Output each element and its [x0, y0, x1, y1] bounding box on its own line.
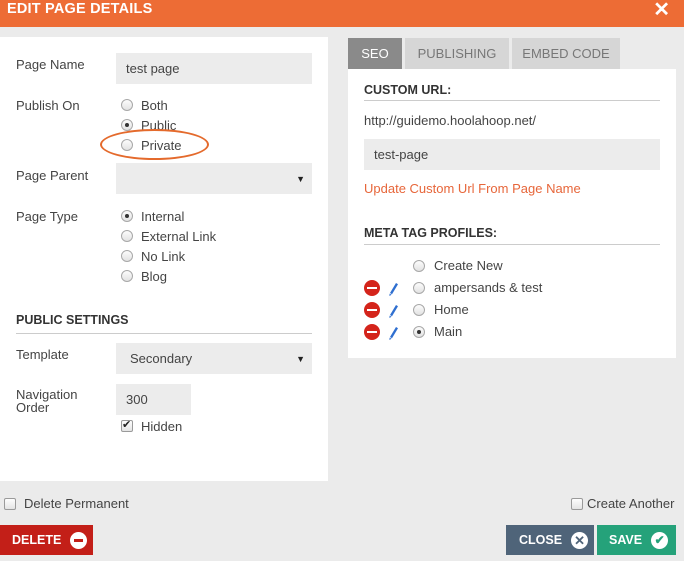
tab-embed-code[interactable]: EMBED CODE [512, 38, 620, 69]
tab-publishing[interactable]: PUBLISHING [405, 38, 509, 69]
dialog-titlebar: EDIT PAGE DETAILS ✕ [0, 0, 684, 27]
save-button[interactable]: SAVE ✔ [597, 525, 676, 555]
publish-option-label: Both [141, 97, 168, 113]
divider [16, 333, 312, 334]
minus-circle-icon[interactable] [364, 280, 380, 296]
delete-permanent-checkbox[interactable] [4, 497, 16, 510]
page-type-option-label: Internal [141, 208, 185, 224]
save-button-label: SAVE [609, 533, 643, 547]
profile-label: Main [434, 324, 463, 339]
tab-seo[interactable]: SEO [348, 38, 402, 69]
delete-button[interactable]: DELETE [0, 525, 93, 555]
custom-url-heading: CUSTOM URL: [364, 83, 452, 97]
profile-row-ampersands[interactable]: ampersands & test [364, 279, 644, 297]
hidden-checkbox-row[interactable]: Hidden [121, 418, 182, 434]
dialog-title: EDIT PAGE DETAILS [7, 1, 153, 17]
page-type-external-link[interactable]: External Link [121, 228, 216, 244]
highlight-oval [100, 129, 209, 160]
radio-button[interactable] [413, 326, 425, 338]
radio-button[interactable] [413, 260, 425, 272]
meta-tag-profiles-heading: META TAG PROFILES: [364, 226, 498, 240]
page-type-option-label: External Link [141, 228, 217, 244]
create-another-row[interactable]: Create Another [571, 496, 674, 511]
page-details-panel: Page Name test page Publish On Both Publ… [0, 37, 328, 481]
radio-button[interactable] [121, 210, 133, 222]
profile-label: Home [434, 302, 469, 317]
custom-url-value: test-page [374, 147, 429, 162]
profile-label: ampersands & test [434, 280, 543, 295]
divider [364, 100, 660, 101]
navigation-order-label: Navigation Order [16, 388, 77, 414]
page-type-label: Page Type [16, 209, 78, 224]
page-type-option-label: No Link [141, 248, 186, 264]
update-url-link[interactable]: Update Custom Url From Page Name [364, 181, 581, 196]
publish-on-label: Publish On [16, 98, 80, 113]
radio-button[interactable] [121, 250, 133, 262]
radio-button[interactable] [413, 304, 425, 316]
pencil-icon[interactable] [386, 323, 400, 341]
caret-down-icon: ▼ [296, 173, 305, 184]
pencil-icon[interactable] [386, 301, 400, 319]
delete-permanent-row[interactable]: Delete Permanent [4, 496, 129, 511]
page-parent-select[interactable]: ▼ [116, 163, 312, 194]
publish-option-both[interactable]: Both [121, 97, 168, 113]
delete-button-label: DELETE [12, 533, 62, 547]
page-type-blog[interactable]: Blog [121, 268, 167, 284]
navigation-order-input[interactable]: 300 [116, 384, 191, 415]
base-url-text: http://guidemo.hoolahoop.net/ [364, 113, 537, 128]
checkmark-icon: ✔ [651, 531, 669, 549]
navigation-order-value: 300 [126, 392, 148, 407]
template-value: Secondary [130, 351, 193, 366]
page-name-value: test page [126, 61, 180, 76]
navigation-order-label-line2: Order [16, 400, 50, 415]
custom-url-input[interactable]: test-page [364, 139, 660, 170]
template-select[interactable]: Secondary ▼ [116, 343, 312, 374]
delete-permanent-label: Delete Permanent [24, 496, 129, 511]
close-icon[interactable]: ✕ [653, 0, 670, 20]
close-button-label: CLOSE [519, 533, 563, 547]
page-type-no-link[interactable]: No Link [121, 248, 185, 264]
page-type-option-label: Blog [141, 268, 168, 284]
close-icon: ✕ [571, 531, 589, 549]
seo-panel: CUSTOM URL: http://guidemo.hoolahoop.net… [348, 69, 676, 358]
page-type-internal[interactable]: Internal [121, 208, 184, 224]
pencil-icon[interactable] [386, 279, 400, 297]
profile-row-create-new[interactable]: Create New [364, 257, 644, 275]
page-name-label: Page Name [16, 57, 85, 72]
radio-button[interactable] [121, 230, 133, 242]
create-another-label: Create Another [587, 496, 675, 511]
template-label: Template [16, 347, 69, 362]
hidden-checkbox[interactable] [121, 418, 133, 432]
profile-row-home[interactable]: Home [364, 301, 644, 319]
profile-label: Create New [434, 258, 503, 273]
close-button[interactable]: CLOSE ✕ [506, 525, 594, 555]
radio-button[interactable] [413, 282, 425, 294]
page-parent-label: Page Parent [16, 168, 89, 183]
minus-circle-icon [70, 531, 88, 549]
profile-row-main[interactable]: Main [364, 323, 644, 341]
page-name-input[interactable]: test page [116, 53, 312, 84]
minus-circle-icon[interactable] [364, 324, 380, 340]
caret-down-icon: ▼ [296, 353, 305, 364]
radio-button[interactable] [121, 270, 133, 282]
radio-button[interactable] [121, 99, 133, 111]
create-another-checkbox[interactable] [571, 497, 583, 510]
public-settings-heading: PUBLIC SETTINGS [16, 313, 129, 327]
hidden-label: Hidden [141, 418, 183, 434]
radio-button[interactable] [121, 119, 133, 131]
divider [364, 244, 660, 245]
minus-circle-icon[interactable] [364, 302, 380, 318]
